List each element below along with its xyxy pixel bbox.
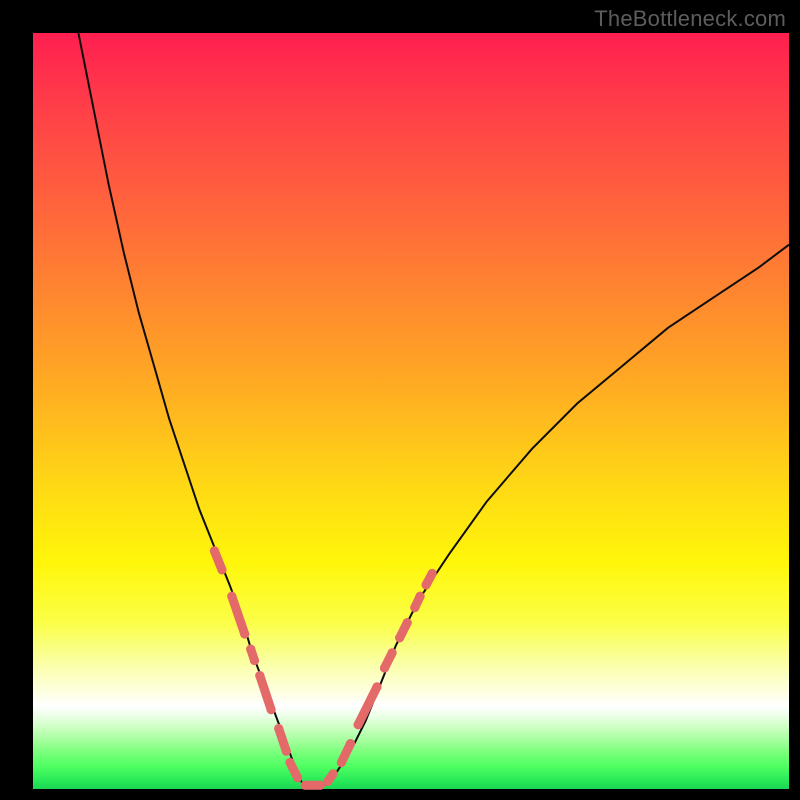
bead-dot (403, 618, 412, 627)
bead-dot (285, 758, 294, 767)
bead-segment (358, 687, 377, 725)
bead-dot (217, 565, 226, 574)
plot-area (33, 33, 789, 789)
bead-dot (282, 747, 291, 756)
bead-dot (255, 671, 264, 680)
bead-dot (422, 580, 431, 589)
bead-dot (395, 633, 404, 642)
bead-dot (227, 592, 236, 601)
outer-frame: TheBottleneck.com (0, 0, 800, 800)
bead-dot (293, 773, 302, 782)
bead-segment (232, 596, 245, 634)
bead-dot (416, 592, 425, 601)
bead-dot (246, 645, 255, 654)
bead-dot (410, 603, 419, 612)
bead-dot (380, 663, 389, 672)
bead-dot (323, 777, 332, 786)
bead-dot (250, 656, 259, 665)
bead-dot (428, 569, 437, 578)
bead-dot (337, 758, 346, 767)
curve-layer (33, 33, 789, 789)
right-branch-path (320, 245, 789, 789)
left-branch-path (78, 33, 305, 789)
bead-dot (354, 720, 363, 729)
bead-segment (260, 676, 271, 710)
bead-dot (346, 739, 355, 748)
bead-dot (388, 648, 397, 657)
bead-dot (274, 724, 283, 733)
bead-dot (301, 781, 310, 790)
bead-dot (329, 769, 338, 778)
bead-dot (210, 546, 219, 555)
bead-dot (267, 705, 276, 714)
bead-dot (372, 682, 381, 691)
bead-dot (240, 629, 249, 638)
watermark-text: TheBottleneck.com (594, 6, 786, 32)
